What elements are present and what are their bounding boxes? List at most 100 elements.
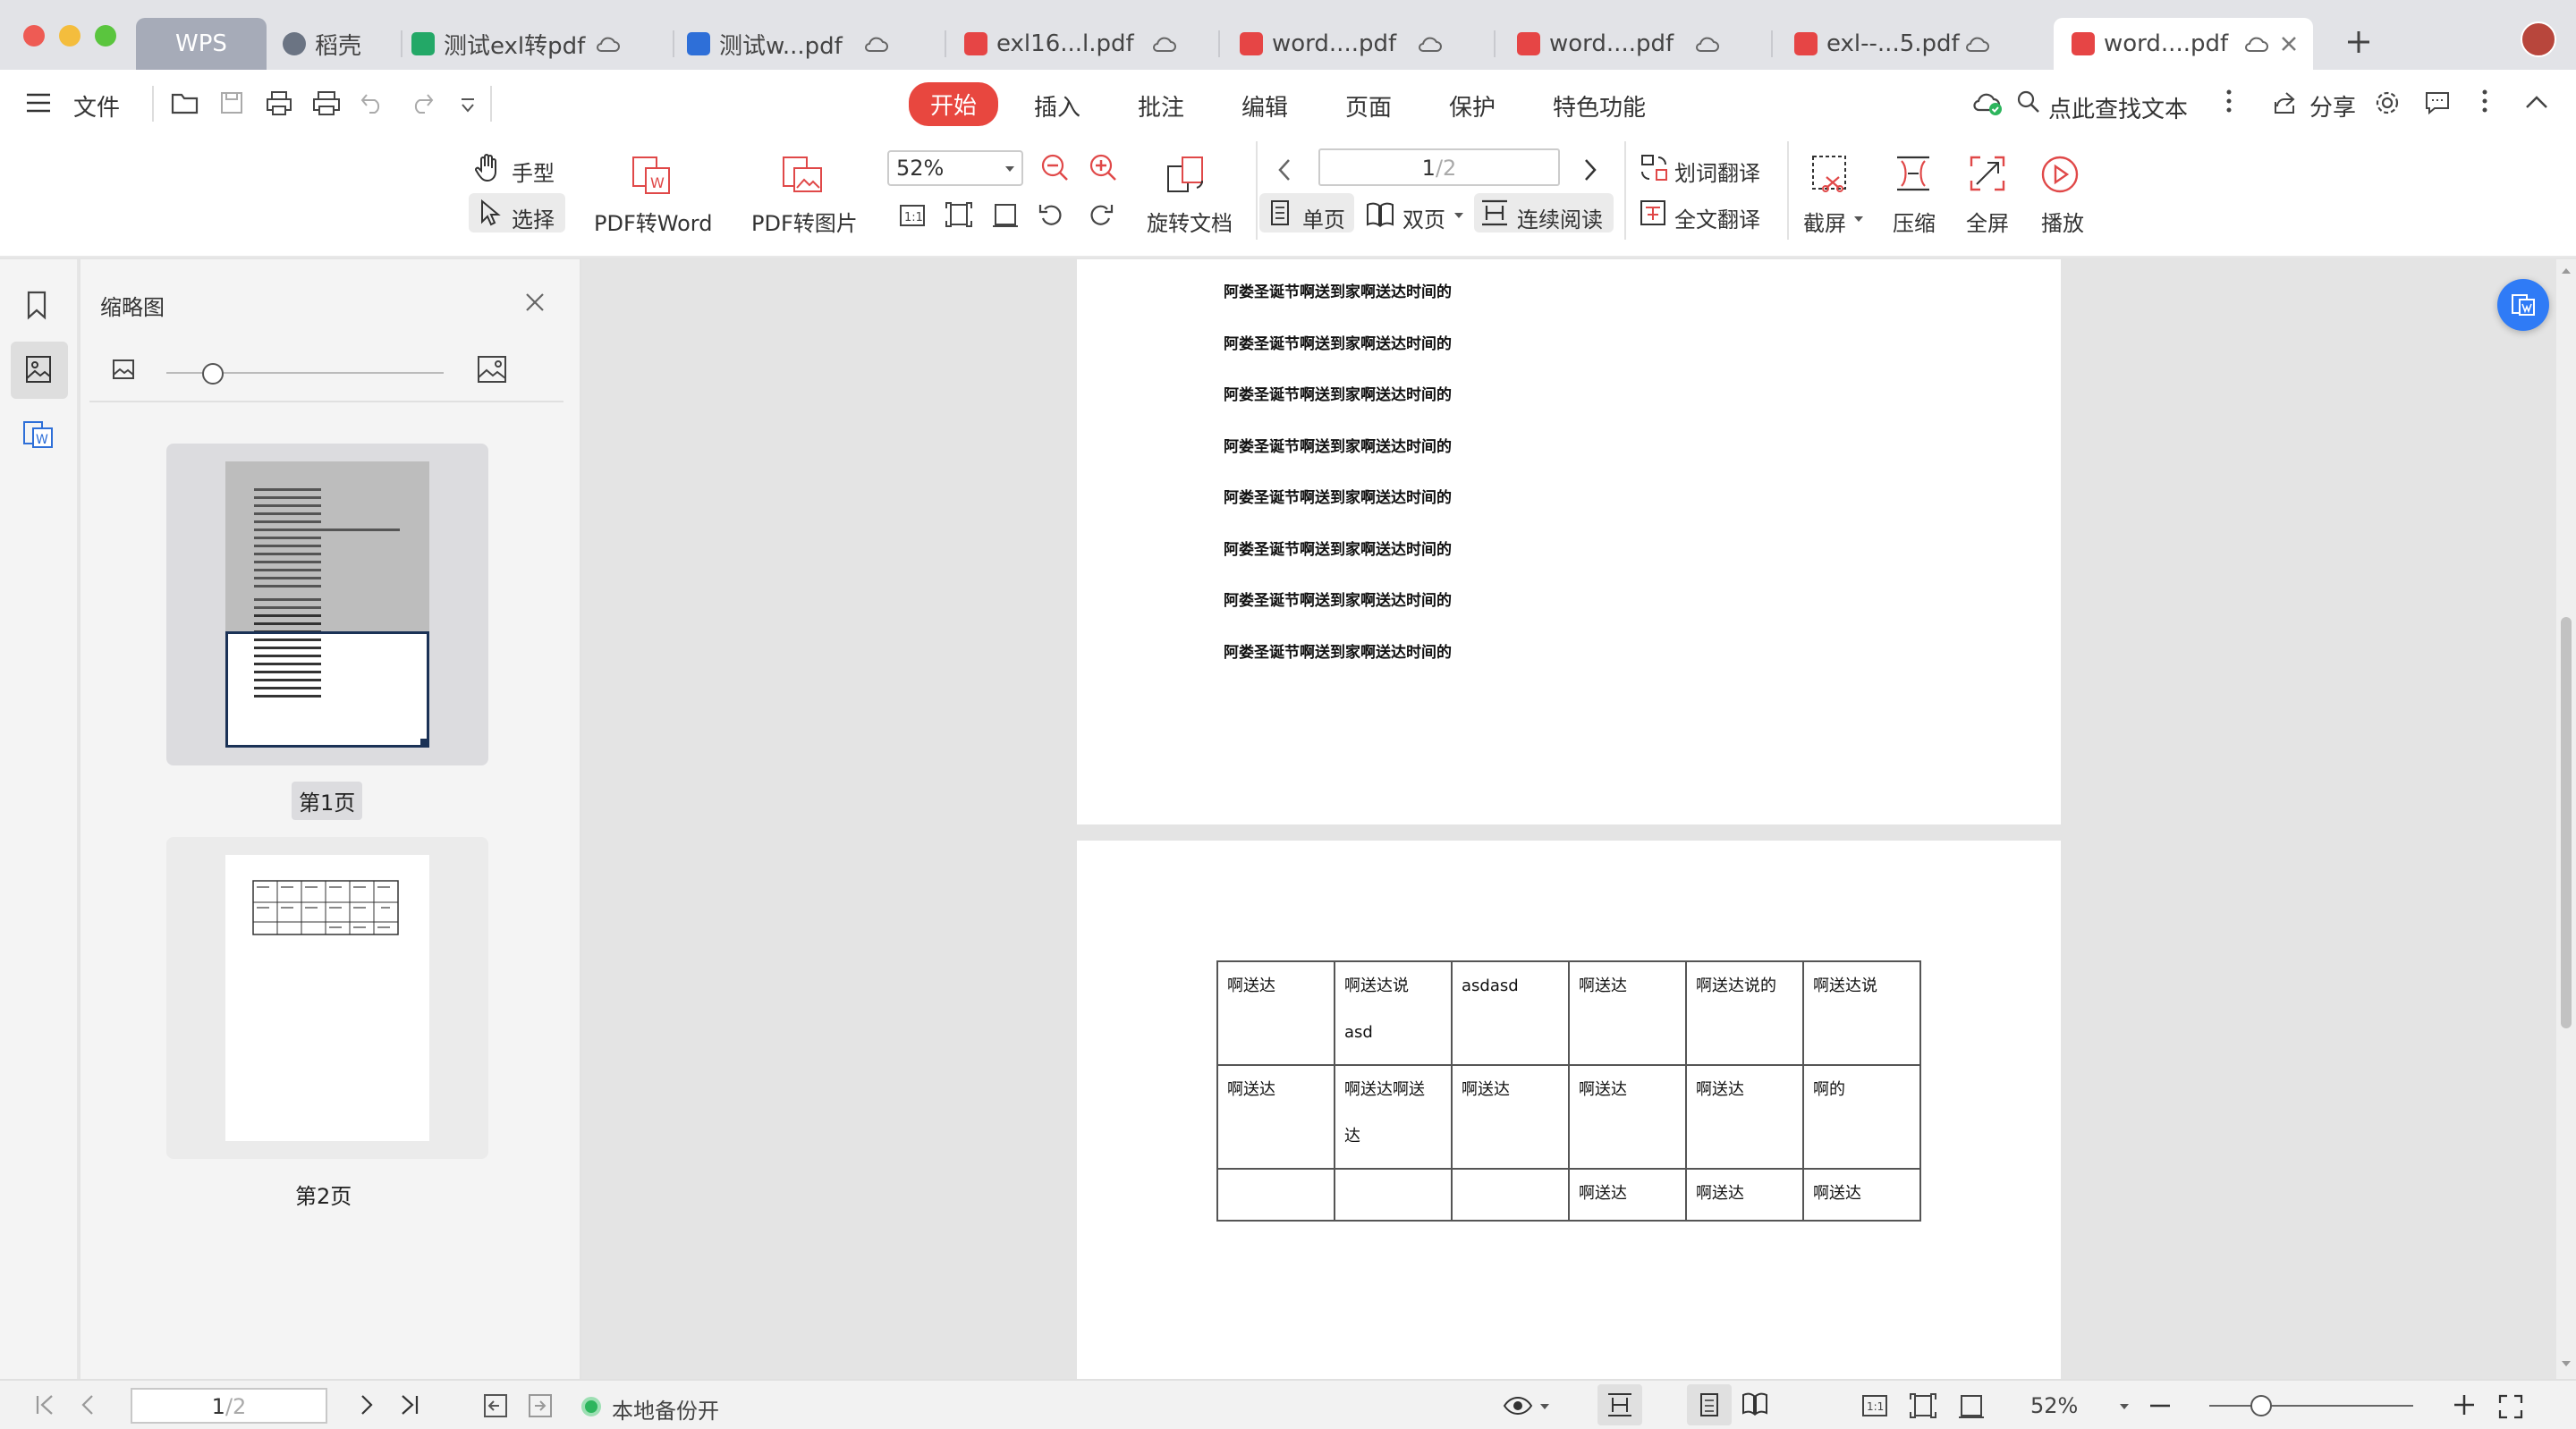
- tab-special-features[interactable]: 特色功能: [1553, 89, 1646, 123]
- fit-width-icon[interactable]: [991, 200, 1020, 229]
- hand-tool-icon[interactable]: [474, 152, 501, 182]
- open-folder-icon[interactable]: [170, 89, 200, 116]
- play-icon[interactable]: [2039, 154, 2080, 195]
- print-preview-icon[interactable]: [311, 89, 342, 116]
- page-number-input[interactable]: 1/2: [1318, 148, 1560, 186]
- customize-dropdown-icon[interactable]: [458, 97, 478, 114]
- pdf-to-image-icon[interactable]: [780, 154, 826, 197]
- rotate-document-label[interactable]: 旋转文档: [1147, 206, 1233, 237]
- tab-doc[interactable]: exl16...l.pdf: [964, 18, 1197, 70]
- avatar[interactable]: [2521, 21, 2556, 57]
- screenshot-label[interactable]: 截屏: [1803, 206, 1846, 237]
- hand-tool-label[interactable]: 手型: [512, 156, 555, 187]
- zoom-select[interactable]: 52%: [887, 150, 1023, 186]
- double-page-icon[interactable]: [1365, 200, 1395, 229]
- gear-icon[interactable]: [2374, 89, 2401, 116]
- file-menu[interactable]: 文件: [73, 89, 120, 123]
- double-page-label[interactable]: 双页: [1402, 202, 1445, 233]
- fullscreen-icon[interactable]: [1968, 154, 2007, 193]
- close-window-button[interactable]: [23, 25, 45, 47]
- full-translate-icon[interactable]: [1639, 199, 1669, 229]
- bookmark-icon[interactable]: [25, 290, 48, 320]
- pdf-to-word-label[interactable]: PDF转Word: [594, 206, 712, 237]
- word-translate-label[interactable]: 划词翻译: [1674, 156, 1760, 187]
- play-label[interactable]: 播放: [2041, 206, 2084, 237]
- tab-doc[interactable]: word....pdf: [1517, 18, 1750, 70]
- backup-status-label[interactable]: 本地备份开: [612, 1393, 719, 1425]
- cloud-sync-icon[interactable]: [1971, 88, 2004, 116]
- zoom-in-icon[interactable]: [2453, 1393, 2476, 1416]
- thumbnail-page-1[interactable]: [166, 444, 488, 765]
- zoom-in-icon[interactable]: [1088, 152, 1120, 184]
- next-page-icon[interactable]: [1581, 157, 1599, 182]
- screenshot-icon[interactable]: [1809, 152, 1850, 193]
- save-icon[interactable]: [218, 89, 245, 116]
- full-translate-label[interactable]: 全文翻译: [1674, 202, 1760, 233]
- more-vertical-icon[interactable]: [2479, 88, 2490, 114]
- redo-icon[interactable]: [408, 91, 435, 114]
- chevron-down-icon[interactable]: [2118, 1402, 2131, 1411]
- fullscreen-icon[interactable]: [2497, 1393, 2524, 1420]
- tab-doc[interactable]: exl--...5.pdf: [1794, 18, 2027, 70]
- tab-doc[interactable]: 测试exl转pdf: [411, 18, 635, 70]
- tab-page[interactable]: 页面: [1345, 89, 1392, 123]
- double-page-icon[interactable]: [1741, 1391, 1769, 1418]
- pdf-to-word-icon[interactable]: W: [630, 154, 676, 197]
- pdf-to-word-side-icon[interactable]: W: [21, 419, 55, 451]
- first-page-icon[interactable]: [34, 1393, 55, 1416]
- rotate-left-icon[interactable]: [1038, 200, 1066, 229]
- compress-label[interactable]: 压缩: [1893, 206, 1936, 237]
- document-viewer[interactable]: 阿娄圣诞节啊送到家啊送达时间的 阿娄圣诞节啊送到家啊送达时间的 阿娄圣诞节啊送到家啊…: [581, 259, 2576, 1379]
- word-translate-icon[interactable]: [1639, 152, 1669, 182]
- tab-doc[interactable]: word....pdf: [1240, 18, 1472, 70]
- print-icon[interactable]: [265, 89, 293, 116]
- new-tab-icon[interactable]: [2345, 29, 2372, 55]
- undo-icon[interactable]: [360, 91, 386, 114]
- tab-edit[interactable]: 编辑: [1241, 89, 1288, 123]
- chevron-down-icon[interactable]: [1853, 215, 1864, 224]
- select-tool-label[interactable]: 选择: [512, 202, 555, 233]
- large-image-icon[interactable]: [476, 354, 508, 385]
- tab-docer[interactable]: 稻壳: [283, 18, 399, 70]
- compress-icon[interactable]: [1893, 154, 1934, 193]
- chevron-down-icon[interactable]: [1453, 211, 1465, 220]
- fit-page-icon[interactable]: [945, 200, 973, 229]
- minimize-window-button[interactable]: [59, 25, 80, 47]
- share-button[interactable]: 分享: [2309, 89, 2356, 123]
- zoom-out-icon[interactable]: [1039, 152, 1072, 184]
- fullscreen-label[interactable]: 全屏: [1966, 206, 2009, 237]
- hamburger-menu-icon[interactable]: [25, 91, 52, 114]
- vertical-scrollbar[interactable]: [2556, 259, 2576, 1379]
- status-zoom-value[interactable]: 52%: [2030, 1393, 2078, 1418]
- rotate-right-icon[interactable]: [1086, 200, 1114, 229]
- search-icon[interactable]: [2016, 89, 2041, 114]
- more-vertical-icon[interactable]: [2224, 88, 2234, 114]
- share-icon[interactable]: [2272, 89, 2299, 116]
- tab-insert[interactable]: 插入: [1034, 89, 1080, 123]
- collapse-ribbon-icon[interactable]: [2524, 93, 2549, 111]
- zoom-slider-handle[interactable]: [2250, 1395, 2272, 1416]
- tab-active-doc[interactable]: word....pdf: [2054, 18, 2313, 70]
- pdf-to-image-label[interactable]: PDF转图片: [751, 206, 858, 237]
- slider-handle[interactable]: [202, 363, 224, 385]
- chevron-down-icon[interactable]: [1538, 1402, 1551, 1411]
- floating-convert-button[interactable]: [2497, 279, 2549, 331]
- zoom-out-icon[interactable]: [2148, 1399, 2172, 1413]
- fit-width-icon[interactable]: [1957, 1391, 1986, 1420]
- maximize-window-button[interactable]: [95, 25, 116, 47]
- actual-size-icon[interactable]: 1:1: [898, 202, 927, 229]
- scroll-down-icon[interactable]: [2561, 1359, 2572, 1368]
- status-page-input[interactable]: 1/2: [131, 1388, 327, 1424]
- thumbnail-page-2[interactable]: [166, 837, 488, 1159]
- close-tab-icon[interactable]: [2278, 33, 2300, 55]
- scrollbar-thumb[interactable]: [2561, 617, 2572, 1028]
- tab-protect[interactable]: 保护: [1449, 89, 1496, 123]
- actual-size-icon[interactable]: 1:1: [1860, 1393, 1889, 1418]
- tab-start[interactable]: 开始: [909, 82, 999, 126]
- rotate-document-icon[interactable]: [1165, 154, 1209, 197]
- last-page-icon[interactable]: [399, 1393, 420, 1416]
- search-text-button[interactable]: 点此查找文本: [2048, 91, 2188, 124]
- next-page-icon[interactable]: [358, 1393, 376, 1416]
- prev-page-icon[interactable]: [79, 1393, 97, 1416]
- tab-wps[interactable]: WPS: [136, 18, 267, 70]
